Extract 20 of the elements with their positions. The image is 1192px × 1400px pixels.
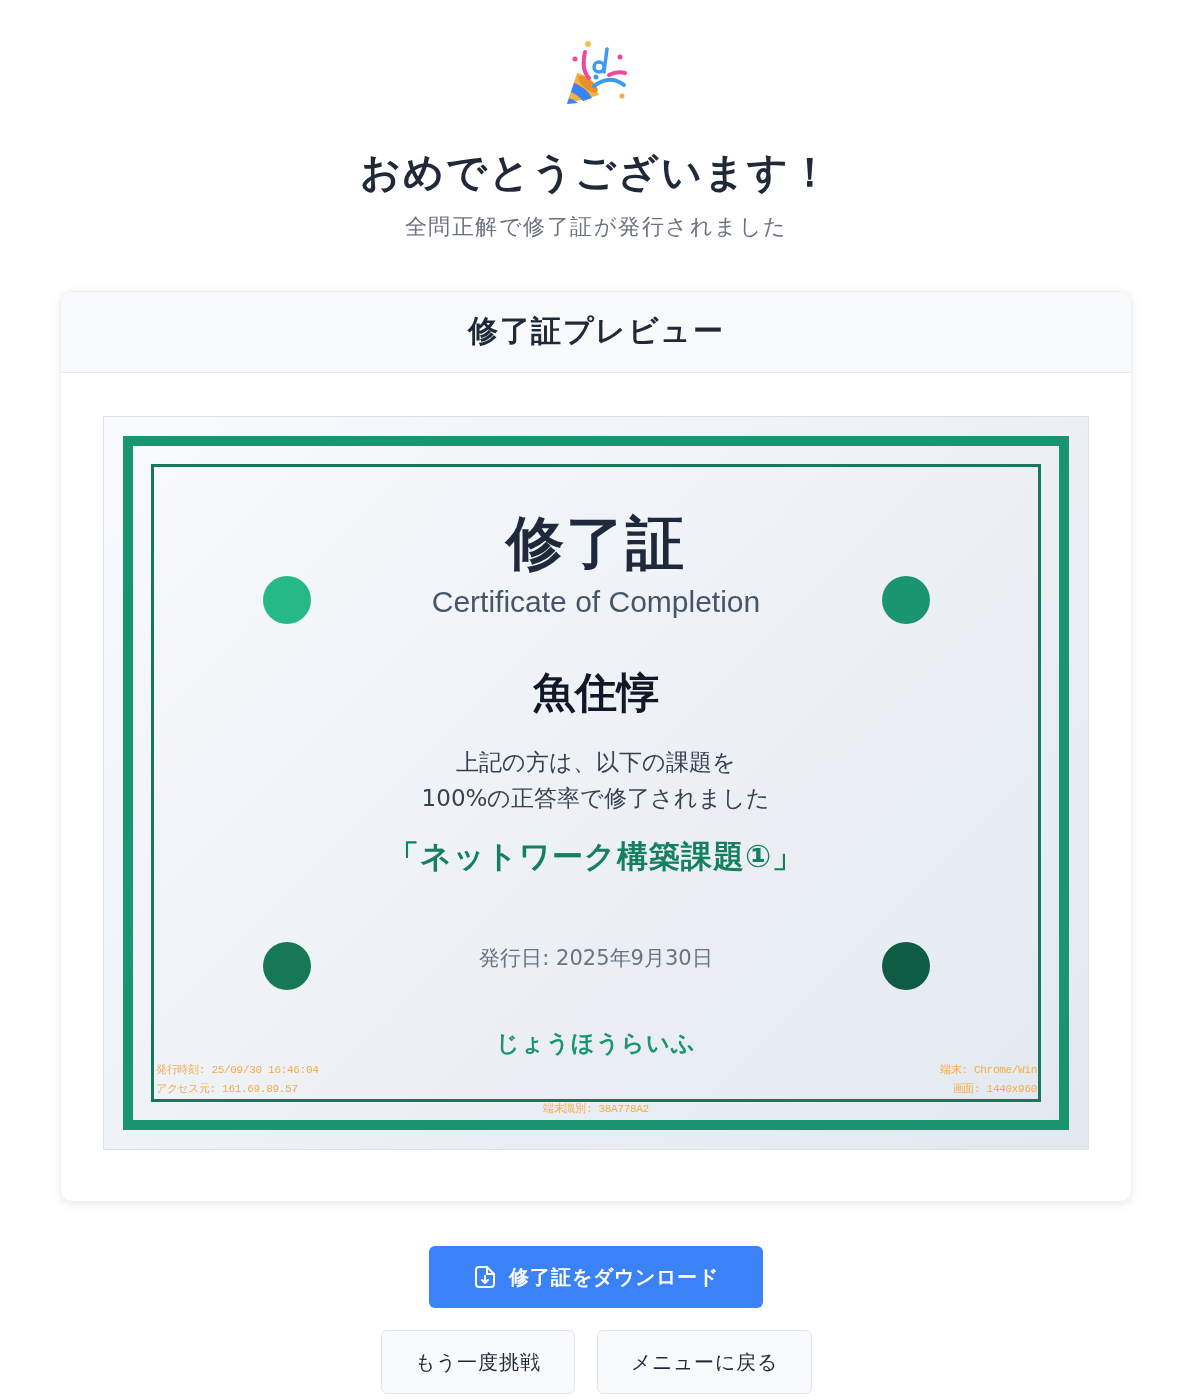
issue-info-text: 発行時刻: 25/09/30 16:46:04: [156, 1063, 319, 1078]
device-id-text: 端末識別: 38A778A2: [543, 1102, 649, 1117]
certificate-subtitle: Certificate of Completion: [431, 584, 761, 620]
subtitle-text: 全問正解で修了証が発行されました: [404, 213, 788, 241]
certificate-description: 上記の方は、以下の課題を 100%の正答率で修了されました: [421, 748, 771, 813]
congratulations-heading: おめでとうございます！: [360, 148, 832, 196]
secondary-button[interactable]: メニューに戻る: [596, 1330, 812, 1394]
issue-date: 発行日: 2025年9月30日: [479, 945, 713, 972]
secondary-button[interactable]: もう一度挑戦: [380, 1330, 575, 1394]
card-title: 修了証プレビュー: [466, 312, 725, 350]
certificate-title: 修了証: [506, 508, 686, 579]
issue-info-text: アクセス元: 161.69.89.57: [156, 1082, 298, 1097]
recipient-name: 魚住惇: [533, 668, 659, 718]
course-name: 「ネットワーク構築課題①」: [387, 837, 805, 876]
party-popper-icon: [564, 40, 628, 106]
device-info-text: 端末: Chrome/Win: [940, 1063, 1037, 1078]
device-info-text: 画面: 1440x960: [952, 1082, 1037, 1097]
file-download-icon: [475, 1266, 495, 1288]
issuer-name: じょうほうらいふ: [496, 1029, 696, 1058]
download-button[interactable]: 修了証をダウンロード: [429, 1246, 763, 1308]
